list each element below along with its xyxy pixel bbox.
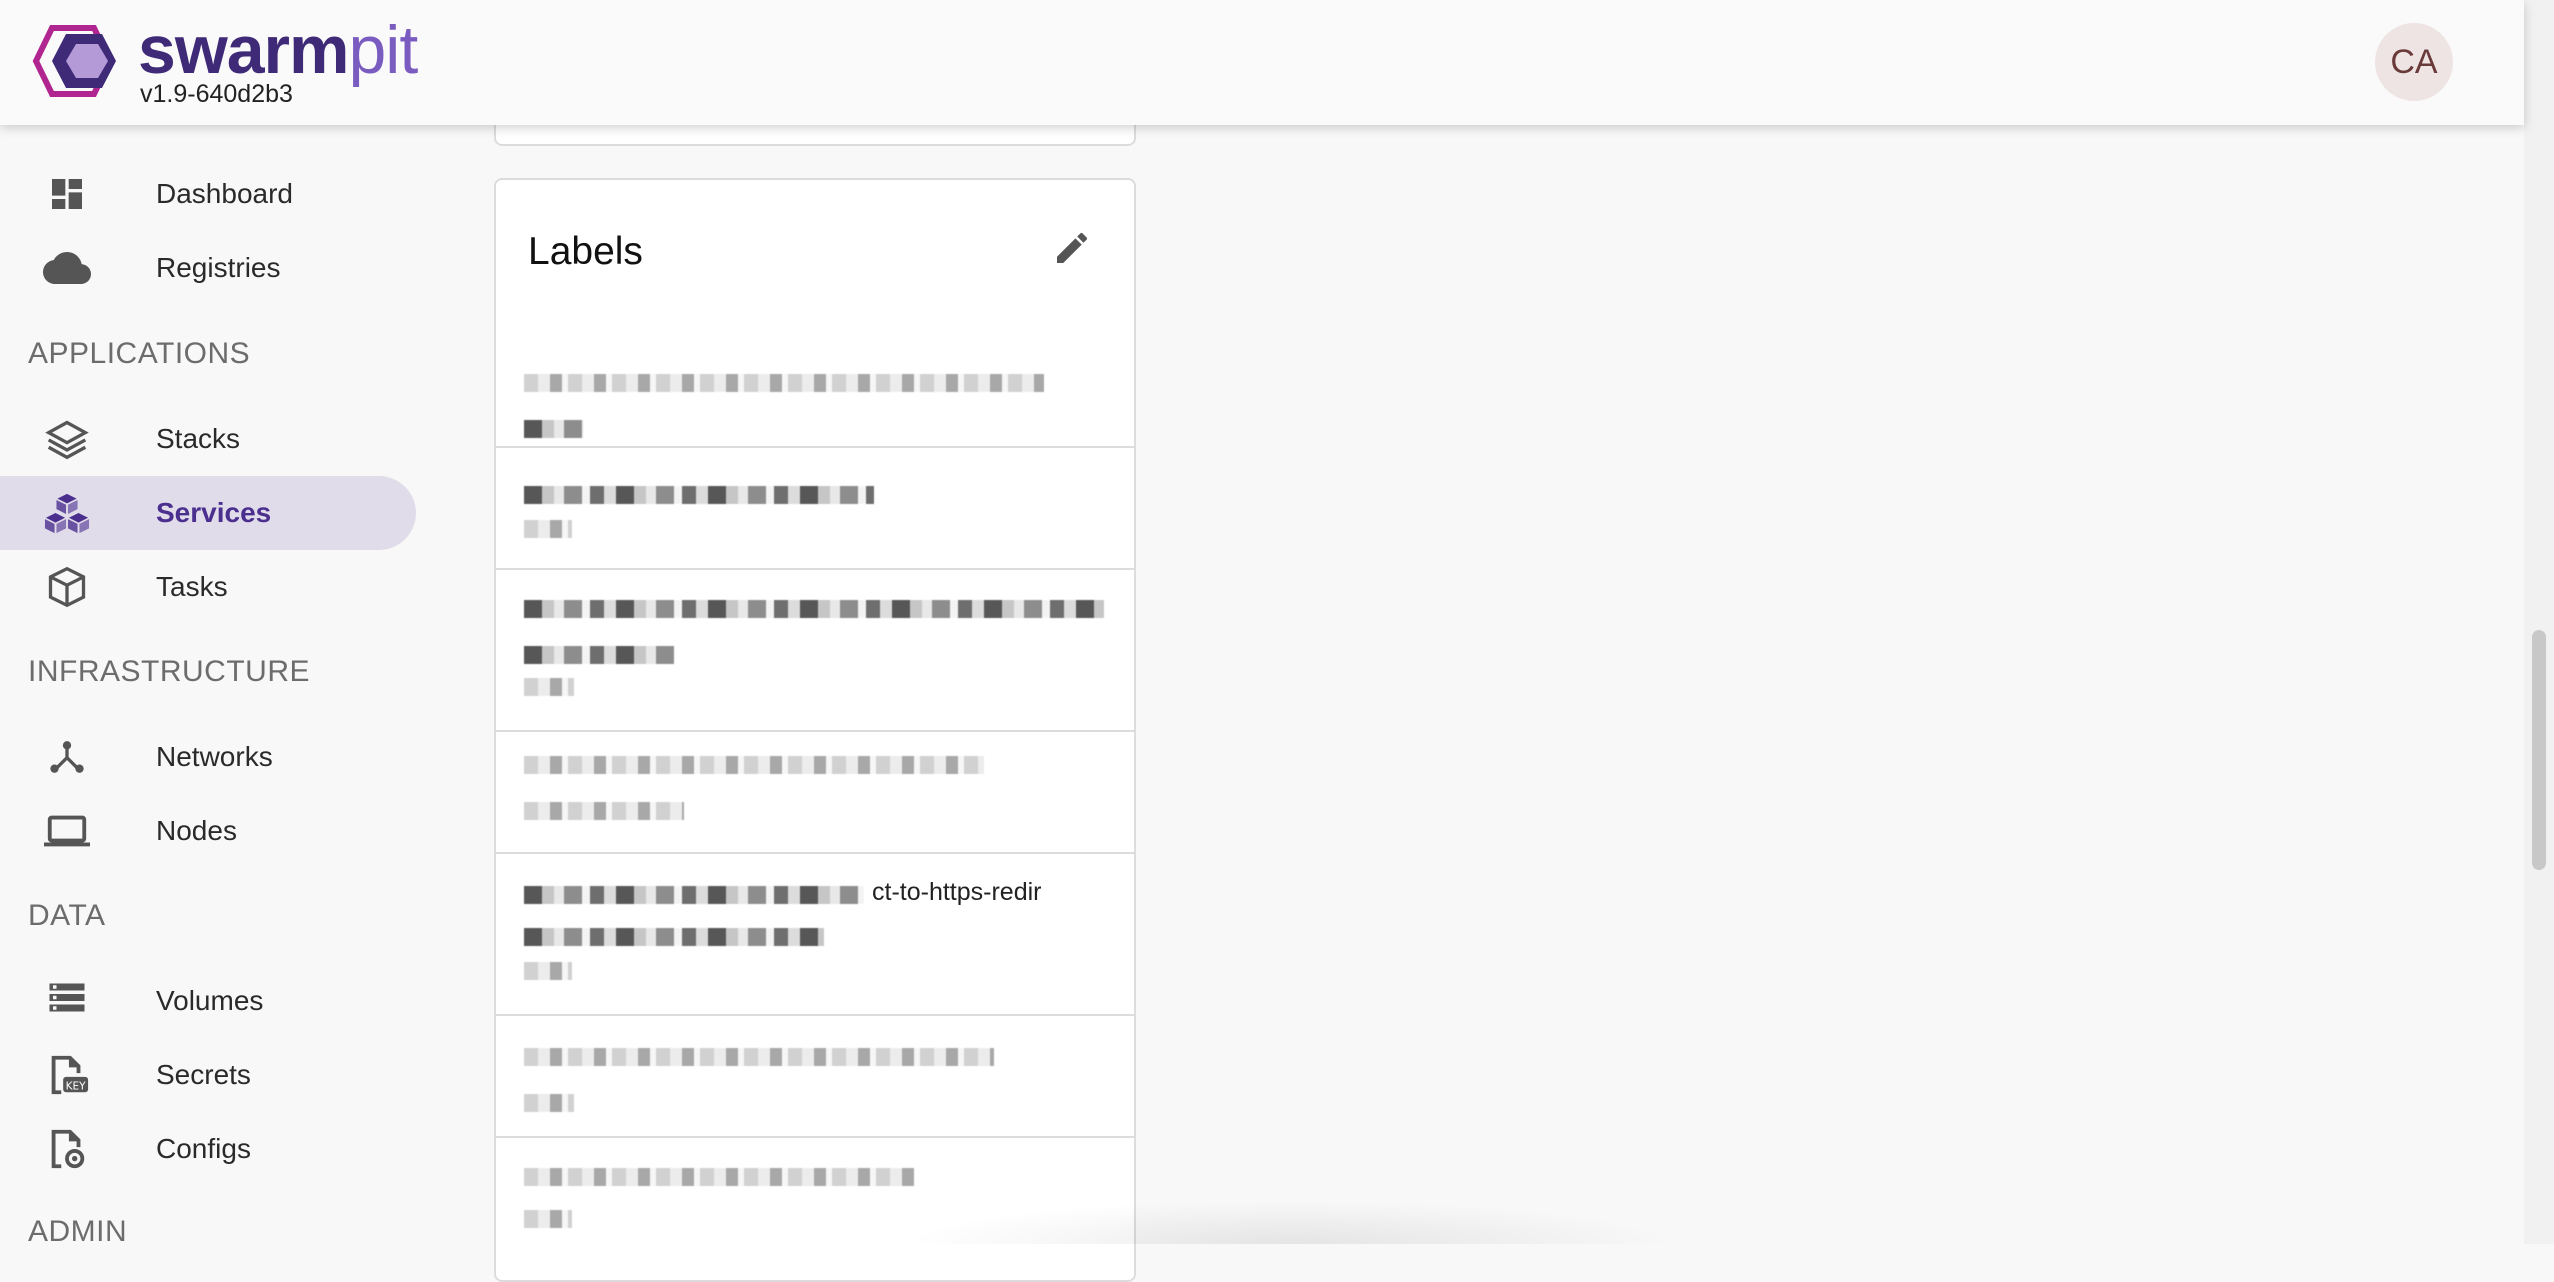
section-infrastructure: INFRASTRUCTURE — [28, 655, 310, 688]
key-file-icon: KEY — [42, 1050, 92, 1100]
svg-text:KEY: KEY — [66, 1080, 87, 1092]
redacted-text — [524, 928, 824, 946]
dashboard-icon — [42, 169, 92, 219]
sidebar-item-nodes[interactable]: Nodes — [0, 794, 416, 868]
redacted-text — [524, 962, 572, 980]
sidebar-item-dashboard[interactable]: Dashboard — [0, 157, 416, 231]
sidebar-item-networks[interactable]: Networks — [0, 720, 416, 794]
label-row[interactable] — [496, 1016, 1134, 1138]
services-icon — [42, 488, 92, 538]
scrollbar-track[interactable] — [2524, 0, 2554, 1244]
sidebar-item-secrets[interactable]: KEY Secrets — [0, 1038, 416, 1112]
redacted-text — [524, 678, 574, 696]
sidebar-item-label: Stacks — [156, 423, 241, 454]
cloud-icon — [42, 243, 92, 293]
redacted-text — [524, 646, 674, 664]
section-data: DATA — [28, 899, 106, 932]
label-row[interactable] — [496, 732, 1134, 854]
label-row[interactable] — [496, 328, 1134, 448]
sidebar-item-label: Secrets — [156, 1059, 251, 1090]
storage-icon — [42, 976, 92, 1026]
sidebar-item-volumes[interactable]: Volumes — [0, 964, 416, 1038]
network-icon — [42, 732, 92, 782]
section-applications: APPLICATIONS — [28, 337, 251, 370]
sidebar-item-label: Nodes — [156, 815, 237, 846]
brand-suffix: pit — [348, 12, 418, 88]
sidebar-item-services[interactable]: Services — [0, 476, 416, 550]
redacted-text — [524, 420, 584, 438]
version-label: v1.9-640d2b3 — [140, 80, 293, 108]
label-row[interactable]: ct-to-https-redir — [496, 854, 1134, 1016]
edit-button[interactable] — [1044, 220, 1100, 276]
sidebar-item-label: Tasks — [156, 571, 228, 602]
label-value-fragment: ct-to-https-redir — [872, 878, 1042, 906]
redacted-text — [524, 1048, 994, 1066]
redacted-text — [524, 1210, 572, 1228]
snackbar-shadow — [900, 1200, 1680, 1244]
laptop-icon — [42, 806, 92, 856]
user-avatar[interactable]: CA — [2375, 23, 2453, 101]
redacted-text — [524, 1094, 574, 1112]
redacted-text — [524, 486, 874, 504]
sidebar-item-configs[interactable]: Configs — [0, 1112, 416, 1186]
redacted-text — [524, 600, 1104, 618]
sidebar-item-label: Volumes — [156, 985, 264, 1016]
redacted-text — [524, 886, 864, 904]
layers-icon — [42, 414, 92, 464]
cube-icon — [42, 562, 92, 612]
sidebar: Dashboard Registries APPLICATIONS Stacks… — [0, 125, 440, 1248]
redacted-text — [524, 1168, 914, 1186]
sidebar-item-tasks[interactable]: Tasks — [0, 550, 416, 624]
pencil-icon — [1057, 232, 1088, 263]
sidebar-item-label: Services — [156, 497, 272, 528]
sidebar-item-label: Dashboard — [156, 178, 293, 209]
redacted-text — [524, 802, 684, 820]
app-header: swarmpit v1.9-640d2b3 CA — [0, 0, 2524, 125]
sidebar-item-registries[interactable]: Registries — [0, 231, 416, 305]
brand-prefix: swarm — [138, 12, 349, 88]
sidebar-item-label: Networks — [156, 741, 273, 772]
sidebar-item-label: Configs — [156, 1133, 251, 1164]
labels-card: Labels ct-to-https-redir — [494, 178, 1136, 1282]
label-row[interactable] — [496, 448, 1134, 570]
redacted-text — [524, 374, 1044, 392]
settings-file-icon — [42, 1124, 92, 1174]
scrollbar-thumb[interactable] — [2532, 630, 2546, 870]
label-row[interactable] — [496, 570, 1134, 732]
sidebar-item-stacks[interactable]: Stacks — [0, 402, 416, 476]
card-title: Labels — [528, 230, 643, 273]
brand-name[interactable]: swarmpit — [138, 16, 418, 84]
redacted-text — [524, 756, 984, 774]
swarmpit-logo-icon[interactable] — [18, 22, 128, 100]
sidebar-item-label: Registries — [156, 252, 281, 283]
redacted-text — [524, 520, 572, 538]
